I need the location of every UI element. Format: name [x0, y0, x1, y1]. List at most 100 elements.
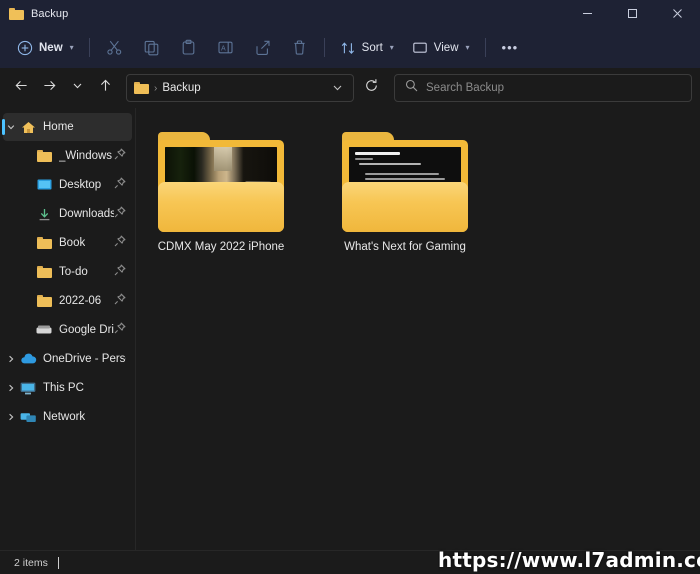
folder-icon	[35, 295, 53, 307]
chevron-down-icon[interactable]	[3, 122, 19, 132]
pin-icon[interactable]	[114, 147, 126, 165]
sort-button-label: Sort	[361, 41, 383, 54]
folder-thumbnail-icon	[342, 132, 468, 232]
chevron-right-icon[interactable]	[3, 412, 19, 422]
navigation-pane[interactable]: Home _Windows Desktop Downloads Book To-do 202…	[0, 108, 136, 550]
file-item[interactable]: CDMX May 2022 iPhone	[158, 126, 284, 257]
sidebar-item-label: Desktop	[59, 179, 102, 191]
breadcrumb-path[interactable]: Backup	[162, 82, 321, 94]
file-explorer-window: Backup New ▾ A Sort ▾ View ▾ ••• › Backu…	[0, 0, 700, 574]
file-grid: CDMX May 2022 iPhone What's Next for Gami…	[158, 126, 700, 257]
command-bar: New ▾ A Sort ▾ View ▾ •••	[0, 27, 700, 68]
title-bar: Backup	[0, 0, 700, 27]
sidebar-item-google-drive-c[interactable]: Google Drive (C	[3, 316, 132, 344]
sidebar-item-label: Google Drive (C	[59, 324, 114, 336]
view-button[interactable]: View ▾	[403, 33, 479, 63]
sidebar-item-label: Home	[43, 121, 74, 133]
pin-icon[interactable]	[114, 176, 126, 194]
back-button[interactable]	[8, 75, 34, 101]
toolbar-separator	[88, 38, 90, 57]
sidebar-item-home[interactable]: Home	[2, 113, 132, 141]
arrow-left-icon	[14, 78, 29, 98]
sidebar-item-book[interactable]: Book	[3, 229, 132, 257]
sidebar-item-downloads[interactable]: Downloads	[3, 200, 132, 228]
rename-button[interactable]: A	[207, 33, 244, 63]
chevron-down-icon	[71, 79, 84, 97]
sidebar-item-label: Network	[43, 411, 86, 423]
file-name-label: What's Next for Gaming	[344, 241, 466, 253]
minimize-icon[interactable]	[565, 0, 610, 27]
maximize-icon[interactable]	[610, 0, 655, 27]
paste-icon	[180, 39, 197, 56]
sidebar-item-label: _Windows	[59, 150, 113, 162]
sidebar-item-label: Downloads	[59, 208, 114, 220]
sidebar-item-onedrive-personal[interactable]: OneDrive - Personal	[3, 345, 132, 373]
breadcrumb[interactable]: › Backup	[126, 74, 354, 102]
cut-button[interactable]	[96, 33, 133, 63]
file-item[interactable]: What's Next for Gaming	[342, 126, 468, 257]
drive-icon	[35, 324, 53, 336]
ellipsis-icon: •••	[501, 40, 519, 55]
delete-button[interactable]	[281, 33, 318, 63]
sidebar-item-this-pc[interactable]: This PC	[3, 374, 132, 402]
file-list-view[interactable]: CDMX May 2022 iPhone What's Next for Gami…	[136, 108, 700, 550]
recent-locations-button[interactable]	[64, 75, 90, 101]
sidebar-item-2022-06[interactable]: 2022-06	[3, 287, 132, 315]
cloud-icon	[19, 353, 37, 365]
folder-icon	[35, 266, 53, 278]
pin-icon[interactable]	[114, 263, 126, 281]
sidebar-item-to-do[interactable]: To-do	[3, 258, 132, 286]
chevron-right-icon[interactable]	[3, 354, 19, 364]
title-bar-left: Backup	[0, 7, 69, 20]
paste-button[interactable]	[170, 33, 207, 63]
sidebar-item-label: Book	[59, 237, 86, 249]
folder-icon	[35, 150, 53, 162]
chevron-down-icon: ▾	[389, 43, 394, 52]
new-button[interactable]: New ▾	[8, 33, 83, 63]
pin-icon[interactable]	[114, 321, 126, 339]
sort-button[interactable]: Sort ▾	[331, 33, 403, 63]
search-box[interactable]	[394, 74, 692, 102]
new-button-label: New	[39, 41, 63, 54]
search-input[interactable]	[426, 82, 681, 94]
monitor-icon	[412, 40, 428, 56]
window-controls	[565, 0, 700, 27]
pin-icon[interactable]	[114, 292, 126, 310]
search-icon	[405, 79, 418, 97]
arrow-right-icon	[42, 78, 57, 98]
sidebar-item-network[interactable]: Network	[3, 403, 132, 431]
more-options-button[interactable]: •••	[492, 33, 529, 63]
sidebar-item-label: 2022-06	[59, 295, 102, 307]
chevron-down-icon: ▾	[465, 43, 470, 52]
chevron-down-icon[interactable]	[326, 81, 349, 96]
sidebar-item-label: This PC	[43, 382, 84, 394]
pin-icon[interactable]	[114, 205, 126, 223]
watermark-text: https://www.l7admin.cc	[438, 548, 700, 572]
view-button-label: View	[433, 41, 459, 54]
forward-button[interactable]	[36, 75, 62, 101]
share-icon	[254, 39, 271, 56]
address-bar: › Backup	[0, 68, 700, 108]
sidebar-item-label: To-do	[59, 266, 88, 278]
sidebar-item-desktop[interactable]: Desktop	[3, 171, 132, 199]
window-title: Backup	[31, 7, 69, 20]
pin-icon[interactable]	[114, 234, 126, 252]
toolbar-separator	[323, 38, 325, 57]
folder-icon	[134, 82, 149, 94]
desktop-icon	[35, 179, 53, 192]
window-body: Home _Windows Desktop Downloads Book To-do 202…	[0, 108, 700, 550]
breadcrumb-separator: ›	[154, 82, 158, 94]
copy-button[interactable]	[133, 33, 170, 63]
share-button[interactable]	[244, 33, 281, 63]
svg-text:A: A	[221, 45, 226, 52]
status-caret	[57, 556, 59, 569]
sidebar-item-label: OneDrive - Personal	[43, 353, 126, 365]
up-button[interactable]	[92, 75, 118, 101]
close-icon[interactable]	[655, 0, 700, 27]
toolbar-separator	[484, 38, 486, 57]
refresh-icon	[364, 78, 379, 98]
chevron-right-icon[interactable]	[3, 383, 19, 393]
sidebar-item-windows[interactable]: _Windows	[3, 142, 132, 170]
copy-icon	[143, 39, 160, 56]
refresh-button[interactable]	[358, 75, 384, 101]
